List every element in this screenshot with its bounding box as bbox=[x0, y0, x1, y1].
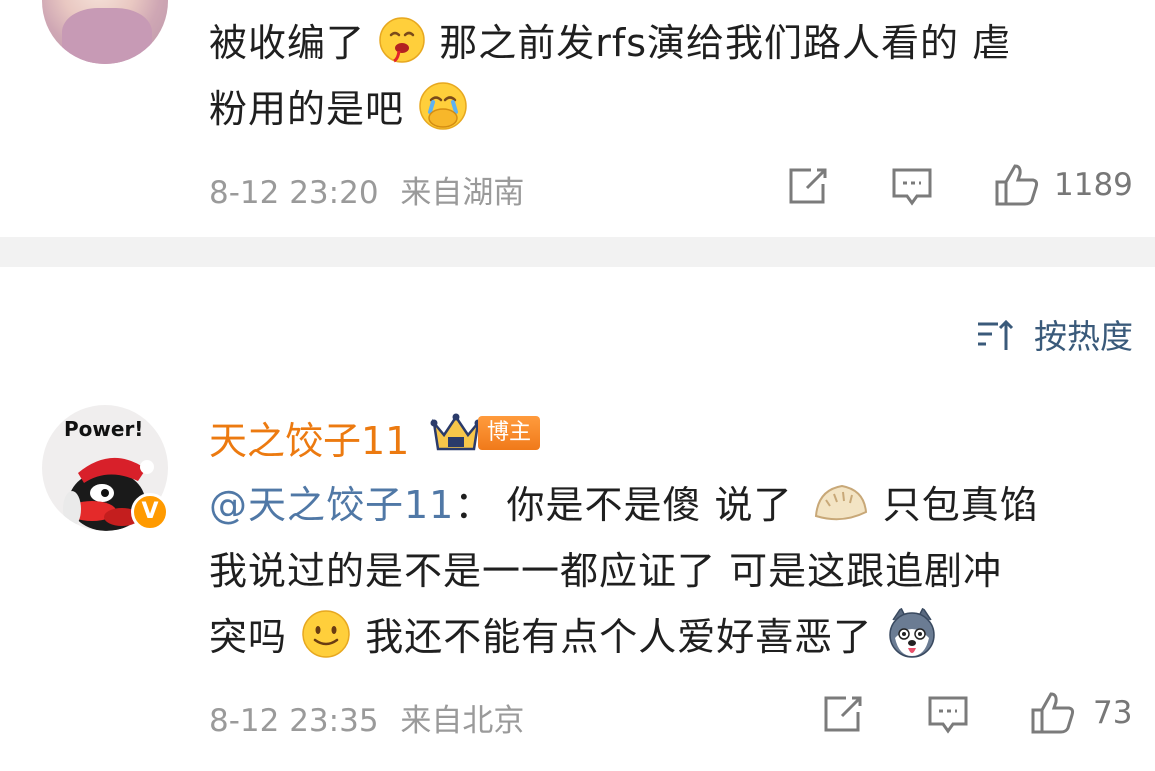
sort-label: 按热度 bbox=[1034, 317, 1133, 356]
comment-text-line: 粉用的是吧 bbox=[209, 78, 469, 140]
comment-icon[interactable] bbox=[926, 694, 970, 736]
comment-meta: 8-12 23:35 来自北京 bbox=[209, 695, 524, 740]
comment-text: 粉用的是吧 bbox=[209, 87, 405, 131]
dumpling-emoji-icon bbox=[814, 484, 867, 521]
section-divider bbox=[0, 237, 1155, 267]
location: 来自湖南 bbox=[400, 175, 525, 211]
comment-text-line: @天之饺子11： 你是不是傻 说了 只包真馅 bbox=[209, 474, 1039, 536]
location: 来自北京 bbox=[400, 703, 525, 739]
sort-by-heat-button[interactable]: 按热度 bbox=[976, 310, 1133, 358]
crying-covering-mouth-emoji-icon bbox=[419, 82, 467, 130]
share-icon[interactable] bbox=[787, 166, 829, 206]
comment-text: 我还不能有点个人爱好喜恶了 bbox=[365, 615, 873, 659]
timestamp: 8-12 23:35 bbox=[209, 703, 379, 739]
username[interactable]: 天之饺子11 bbox=[209, 410, 409, 465]
comment-text: 你是不是傻 说了 bbox=[506, 483, 793, 527]
comment-meta: 8-12 23:20 来自湖南 bbox=[209, 167, 524, 212]
comment-text: 被收编了 bbox=[209, 21, 366, 65]
sort-icon bbox=[977, 319, 1013, 350]
comment-text: 突吗 bbox=[209, 615, 288, 659]
comment-icon[interactable] bbox=[890, 166, 934, 208]
mention-link[interactable]: @天之饺子11 bbox=[209, 483, 454, 527]
comment-text-line: 突吗 我还不能有点个人爱好喜恶了 bbox=[209, 606, 939, 668]
like-icon[interactable] bbox=[1029, 690, 1077, 736]
husky-dog-emoji-icon bbox=[889, 606, 936, 658]
timestamp: 8-12 23:20 bbox=[209, 175, 379, 211]
like-count: 1189 bbox=[1054, 167, 1133, 203]
blogger-badge: 博主 bbox=[478, 416, 540, 450]
comment-text: ： bbox=[454, 483, 494, 527]
like-count: 73 bbox=[1093, 695, 1133, 731]
comment-text: 我说过的是不是一一都应证了 可是这跟追剧冲 bbox=[209, 549, 1003, 593]
comment-text-line: 被收编了 那之前发rfs演给我们路人看的 虐 bbox=[209, 12, 1011, 74]
smile-emoji-icon bbox=[302, 610, 350, 658]
drooling-face-emoji-icon bbox=[379, 17, 425, 63]
avatar-detail bbox=[62, 8, 152, 64]
comment-text: 那之前发rfs演给我们路人看的 虐 bbox=[439, 21, 1012, 65]
crown-level-icon bbox=[430, 413, 482, 451]
comment-text-line: 我说过的是不是一一都应证了 可是这跟追剧冲 bbox=[209, 540, 1002, 602]
share-icon[interactable] bbox=[822, 694, 864, 734]
avatar-caption: Power! bbox=[64, 417, 144, 441]
avatar[interactable] bbox=[42, 0, 168, 64]
comment-text: 只包真馅 bbox=[882, 483, 1039, 527]
like-icon[interactable] bbox=[993, 162, 1041, 208]
verified-badge: V bbox=[131, 493, 169, 531]
